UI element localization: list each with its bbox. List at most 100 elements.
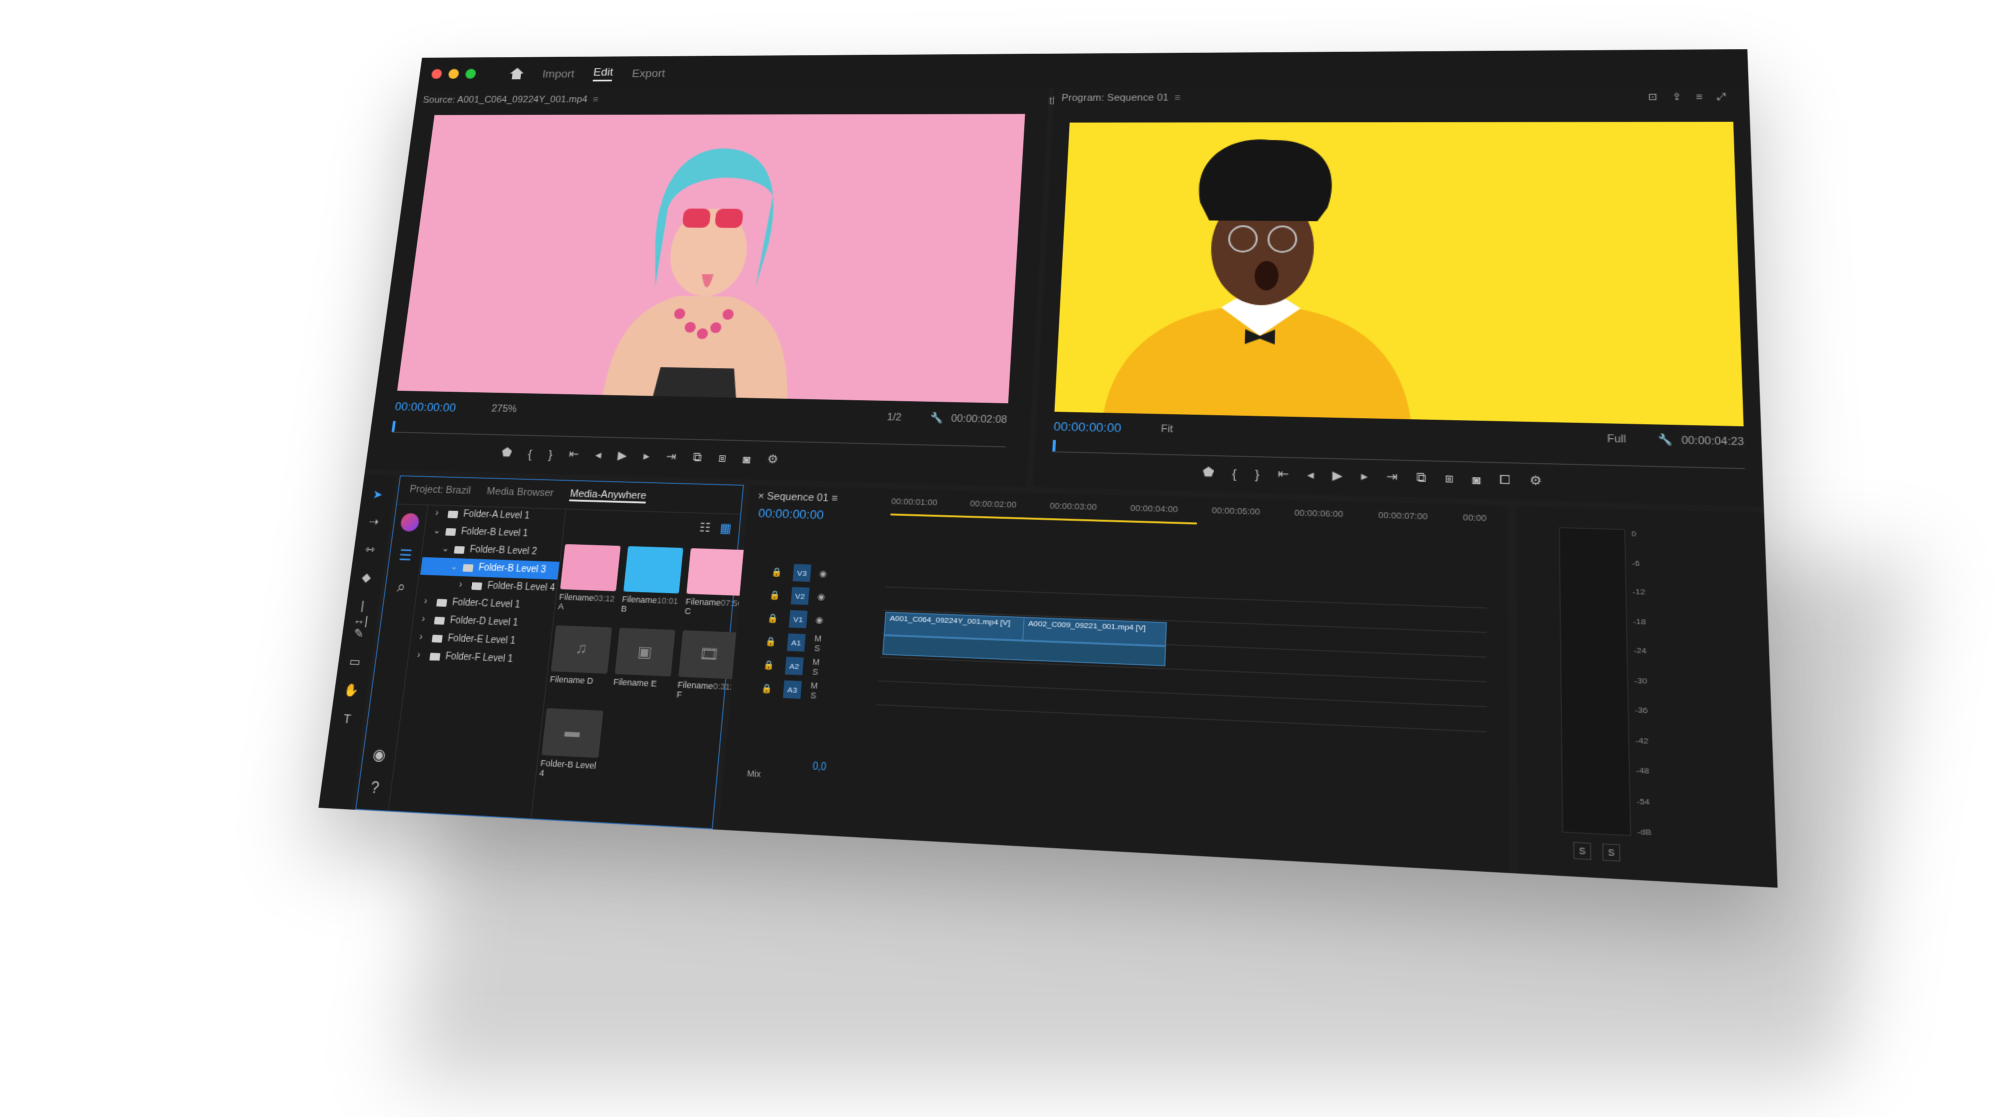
- source-panel-title[interactable]: Source: A001_C064_09224Y_001.mp4 ≡: [414, 88, 1049, 113]
- tab-media-browser[interactable]: Media Browser: [486, 486, 554, 501]
- media-item[interactable]: ▬ Folder-B Level 4: [538, 708, 603, 790]
- track-label[interactable]: A1: [786, 633, 806, 652]
- track-select-icon[interactable]: ⇢: [365, 515, 383, 530]
- grid-view-icon[interactable]: ▦: [719, 521, 732, 536]
- lift-icon[interactable]: ⧉: [1416, 470, 1426, 486]
- step-forward-icon[interactable]: ▸: [643, 449, 650, 464]
- solo-right-button[interactable]: S: [1602, 843, 1621, 862]
- program-panel-title[interactable]: Program: Sequence 01 ≡ ⊡⇪≡⤢: [1053, 85, 1749, 112]
- chevron-right-icon[interactable]: ›: [435, 508, 443, 518]
- mark-out-icon[interactable]: }: [1255, 466, 1260, 481]
- minimize-button[interactable]: [447, 68, 460, 79]
- slip-icon[interactable]: |↔|: [352, 598, 372, 627]
- media-anywhere-logo-icon[interactable]: [399, 512, 421, 532]
- mute-solo-icon[interactable]: M S: [810, 633, 825, 653]
- chevron-right-icon[interactable]: ›: [419, 632, 428, 643]
- go-to-in-icon[interactable]: ⇤: [1277, 466, 1288, 482]
- chevron-down-icon[interactable]: ⌄: [450, 562, 459, 573]
- program-header-icons[interactable]: ⊡⇪≡⤢: [1648, 91, 1741, 104]
- home-icon[interactable]: [509, 68, 524, 80]
- tab-project[interactable]: Project: Brazil: [409, 484, 471, 499]
- eye-icon[interactable]: ◉: [816, 568, 830, 579]
- program-fit-select[interactable]: Fit: [1161, 423, 1174, 435]
- step-forward-icon[interactable]: ▸: [1361, 469, 1368, 485]
- track-label[interactable]: A2: [784, 656, 804, 676]
- program-quality-select[interactable]: Full: [1607, 433, 1626, 445]
- settings-icon[interactable]: ⚙: [767, 452, 779, 467]
- camera-icon[interactable]: ◙: [1472, 472, 1480, 487]
- chevron-right-icon[interactable]: ›: [416, 650, 425, 661]
- lock-icon[interactable]: 🔒: [768, 590, 782, 601]
- list-view-icon[interactable]: ☷: [699, 520, 711, 535]
- panel-menu-icon[interactable]: ≡: [592, 95, 599, 105]
- marker-icon[interactable]: ⬟: [501, 445, 513, 460]
- source-playhead-timecode[interactable]: 00:00:00:00: [394, 400, 457, 415]
- type-icon[interactable]: T: [338, 711, 357, 727]
- program-playhead-timecode[interactable]: 00:00:00:00: [1053, 419, 1121, 435]
- export-tab[interactable]: Export: [631, 67, 665, 80]
- marker-icon[interactable]: ⬟: [1202, 465, 1214, 481]
- lock-icon[interactable]: 🔒: [762, 659, 776, 670]
- wrench-icon[interactable]: 🔧: [1658, 433, 1673, 446]
- timeline-timecode[interactable]: 00:00:00:00: [758, 506, 825, 522]
- mark-in-icon[interactable]: {: [527, 446, 533, 460]
- zoom-button[interactable]: [464, 68, 477, 79]
- media-item[interactable]: Filename B 10:01: [620, 546, 684, 624]
- go-to-in-icon[interactable]: ⇤: [568, 447, 579, 462]
- step-back-icon[interactable]: ◂: [1307, 467, 1314, 483]
- chevron-right-icon[interactable]: ›: [423, 597, 432, 608]
- close-button[interactable]: [430, 69, 443, 79]
- razor-icon[interactable]: ◆: [357, 570, 375, 585]
- source-playhead[interactable]: [391, 420, 396, 432]
- track-label[interactable]: A3: [782, 680, 802, 699]
- source-resolution-select[interactable]: 1/2: [886, 411, 901, 422]
- program-playhead[interactable]: [1052, 439, 1056, 452]
- lock-icon[interactable]: 🔒: [764, 636, 778, 647]
- account-icon[interactable]: ◉: [372, 745, 387, 765]
- mix-value[interactable]: 0,0: [812, 762, 827, 774]
- pen-icon[interactable]: ✎: [350, 626, 368, 642]
- play-icon[interactable]: ▶: [617, 448, 628, 463]
- import-tab[interactable]: Import: [542, 67, 575, 80]
- rectangle-icon[interactable]: ▭: [346, 654, 364, 670]
- hand-icon[interactable]: ✋: [342, 683, 360, 699]
- ripple-edit-icon[interactable]: ⇿: [361, 542, 379, 557]
- extract-icon[interactable]: ⧈: [1445, 471, 1454, 487]
- track-label[interactable]: V3: [792, 563, 812, 582]
- chevron-right-icon[interactable]: ›: [458, 580, 467, 591]
- lock-icon[interactable]: 🔒: [760, 683, 774, 694]
- lock-icon[interactable]: 🔒: [770, 567, 784, 578]
- camera-icon[interactable]: ◙: [742, 452, 751, 466]
- edit-tab[interactable]: Edit: [592, 65, 614, 82]
- play-icon[interactable]: ▶: [1332, 468, 1343, 484]
- mute-solo-icon[interactable]: M S: [806, 680, 821, 700]
- compare-icon[interactable]: ⧠: [1499, 472, 1510, 488]
- tab-media-anywhere[interactable]: Media-Anywhere: [569, 488, 647, 504]
- go-to-out-icon[interactable]: ⇥: [665, 449, 676, 464]
- media-item[interactable]: ♫ Filename D: [547, 625, 612, 705]
- search-icon[interactable]: ⌕: [396, 580, 406, 597]
- source-zoom-select[interactable]: 275%: [491, 403, 518, 414]
- wrench-icon[interactable]: 🔧: [930, 412, 944, 424]
- go-to-out-icon[interactable]: ⇥: [1386, 469, 1397, 485]
- chevron-down-icon[interactable]: ⌄: [441, 544, 450, 554]
- track-label[interactable]: V1: [788, 610, 808, 629]
- selection-tool-icon[interactable]: ➤: [369, 487, 387, 502]
- insert-icon[interactable]: ⧉: [692, 450, 702, 465]
- settings-icon[interactable]: ⚙: [1529, 473, 1541, 489]
- panel-menu-icon[interactable]: ≡: [1174, 93, 1181, 103]
- eye-icon[interactable]: ◉: [814, 591, 828, 602]
- solo-left-button[interactable]: S: [1573, 841, 1592, 861]
- eye-icon[interactable]: ◉: [812, 614, 826, 625]
- lock-icon[interactable]: 🔒: [766, 613, 780, 624]
- media-item[interactable]: Filename A 03:12: [557, 544, 621, 622]
- chevron-right-icon[interactable]: ›: [421, 614, 430, 625]
- help-icon[interactable]: ?: [369, 780, 380, 798]
- mute-solo-icon[interactable]: M S: [808, 657, 823, 677]
- overwrite-icon[interactable]: ⧈: [718, 451, 727, 466]
- mark-in-icon[interactable]: {: [1232, 466, 1237, 481]
- step-back-icon[interactable]: ◂: [594, 448, 602, 463]
- mark-out-icon[interactable]: }: [548, 447, 554, 461]
- media-item[interactable]: ▣ Filename E: [611, 627, 676, 708]
- chevron-down-icon[interactable]: ⌄: [432, 526, 441, 536]
